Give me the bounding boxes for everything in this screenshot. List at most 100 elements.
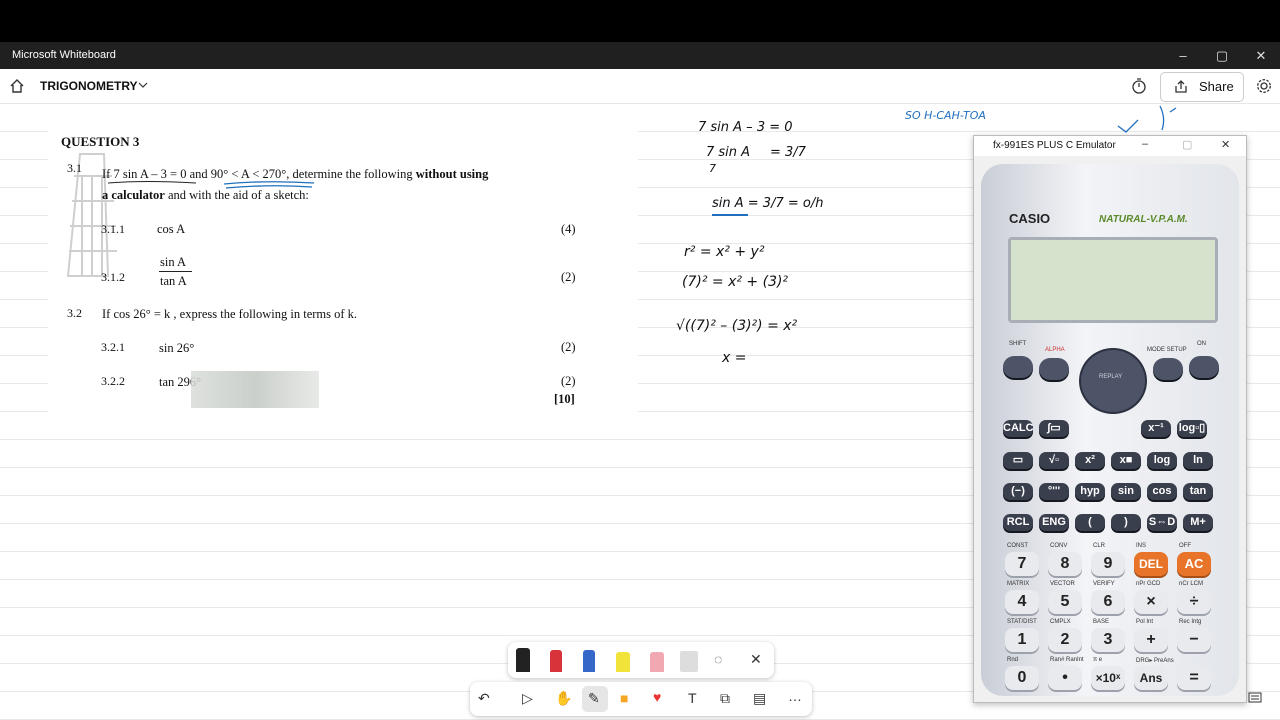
ink-line-5[interactable]: (7)² = x² + (3)²	[682, 274, 788, 290]
shift-label: SHIFT	[1009, 341, 1027, 347]
sticky-note-icon[interactable]: ■	[620, 690, 628, 706]
calc-key-keys_r7-4[interactable]: −	[1177, 628, 1211, 652]
mode-label: MODE SETUP	[1147, 347, 1187, 353]
calc-key-keys_r8-2[interactable]: ×10ˣ	[1091, 666, 1125, 690]
calc-key-keys_r4-4[interactable]: S⇔D	[1147, 514, 1177, 531]
calc-key-keys_r2-0[interactable]: ▭	[1003, 452, 1033, 469]
calc-key-keys_r7-0[interactable]: 1	[1005, 628, 1039, 652]
select-icon[interactable]: ▷	[522, 690, 533, 707]
template-icon[interactable]: ▤	[753, 690, 766, 707]
ink-line-4[interactable]: r² = x² + y²	[684, 244, 764, 260]
blue-pen-icon[interactable]	[583, 650, 595, 672]
calc-key-keys_r6-3[interactable]: ×	[1134, 590, 1168, 614]
calc-key-keys_r1-1[interactable]: ∫▭	[1039, 420, 1069, 437]
ink-line-6[interactable]: √((7)² – (3)²) = x²	[676, 318, 797, 334]
timer-icon[interactable]	[1131, 78, 1147, 94]
calc-key-keys_r6-0[interactable]: 4	[1005, 590, 1039, 614]
calc-key-keys_r5-4[interactable]: AC	[1177, 552, 1211, 576]
calc-key-keys_r3-2[interactable]: hyp	[1075, 483, 1105, 500]
highlighter-icon[interactable]	[616, 652, 630, 672]
calc-minimize-icon[interactable]: –	[1142, 138, 1148, 150]
calc-title-bar: fx-991ES PLUS C Emulator – ▢ ✕	[974, 136, 1246, 156]
calc-shift-label-lbls_r8-3: DRG▸ PreAns	[1136, 658, 1174, 664]
home-icon[interactable]	[9, 78, 25, 94]
mode-key[interactable]	[1153, 358, 1183, 380]
undo-icon[interactable]: ↶	[478, 690, 490, 707]
calc-key-keys_r3-1[interactable]: °'''	[1039, 483, 1069, 500]
replay-dpad[interactable]: REPLAY	[1079, 348, 1147, 414]
calc-key-keys_r3-4[interactable]: cos	[1147, 483, 1177, 500]
board-title[interactable]: TRIGONOMETRY	[40, 79, 138, 93]
ink-line-7[interactable]: x =	[722, 350, 746, 366]
calc-key-keys_r2-3[interactable]: x■	[1111, 452, 1141, 469]
calc-key-keys_r2-4[interactable]: log	[1147, 452, 1177, 469]
calc-key-keys_r4-0[interactable]: RCL	[1003, 514, 1033, 531]
calc-close-icon[interactable]: ✕	[1221, 138, 1230, 151]
calc-key-keys_r4-1[interactable]: ENG	[1039, 514, 1069, 531]
settings-gear-icon[interactable]	[1256, 78, 1272, 94]
calc-key-keys_r6-1[interactable]: 5	[1048, 590, 1082, 614]
pen-tool-button[interactable]: ✎	[582, 686, 608, 712]
calc-key-keys_r7-1[interactable]: 2	[1048, 628, 1082, 652]
more-icon[interactable]: …	[788, 688, 802, 704]
calc-shift-label-lbls_r5-3: INS	[1136, 543, 1147, 549]
calc-key-keys_r4-3[interactable]: )	[1111, 514, 1141, 531]
calc-key-keys_r1-2[interactable]: x⁻¹	[1141, 420, 1171, 437]
minimize-icon[interactable]: –	[1168, 46, 1198, 66]
share-button[interactable]: Share	[1160, 72, 1244, 102]
calc-key-keys_r8-4[interactable]: =	[1177, 666, 1211, 690]
calc-key-keys_r7-2[interactable]: 3	[1091, 628, 1125, 652]
calc-key-keys_r8-0[interactable]: 0	[1005, 666, 1039, 690]
ink-sohcahtoa[interactable]: SO H-CAH-TOA	[905, 109, 986, 122]
calc-key-keys_r5-0[interactable]: 7	[1005, 552, 1039, 576]
reaction-heart-icon[interactable]: ♥	[653, 689, 661, 705]
ink-line-3[interactable]: sin A = 3/7 = o/h	[712, 196, 823, 211]
calc-key-keys_r3-0[interactable]: (−)	[1003, 483, 1033, 500]
red-pen-icon[interactable]	[550, 650, 562, 672]
close-icon[interactable]: ✕	[1246, 46, 1276, 66]
calc-key-keys_r7-3[interactable]: +	[1134, 628, 1168, 652]
hand-pan-icon[interactable]: ✋	[555, 690, 572, 707]
calc-key-keys_r2-5[interactable]: ln	[1183, 452, 1213, 469]
ruler-icon[interactable]	[680, 651, 698, 672]
calc-key-keys_r5-2[interactable]: 9	[1091, 552, 1125, 576]
calc-key-keys_r6-2[interactable]: 6	[1091, 590, 1125, 614]
calc-key-keys_r4-2[interactable]: (	[1075, 514, 1105, 531]
calc-key-keys_r2-2[interactable]: x²	[1075, 452, 1105, 469]
text-icon[interactable]: T	[688, 690, 697, 706]
calc-shift-label-lbls_r8-1: Ran# RanInt	[1050, 657, 1084, 663]
ink-line-2a[interactable]: 7 sin A	[706, 145, 750, 160]
ink-line-1[interactable]: 7 sin A – 3 = 0	[698, 120, 793, 135]
eraser-icon[interactable]	[650, 652, 664, 672]
chevron-down-icon[interactable]	[138, 82, 148, 90]
calc-shift-label-lbls_r6-4: nCr LCM	[1179, 581, 1204, 587]
calc-key-keys_r1-0[interactable]: CALC	[1003, 420, 1034, 437]
on-key[interactable]	[1189, 356, 1219, 378]
lasso-icon[interactable]: ◌	[714, 651, 722, 667]
calc-key-keys_r2-1[interactable]: √▫	[1039, 452, 1069, 469]
black-pen-icon[interactable]	[516, 648, 530, 672]
calc-key-keys_r5-1[interactable]: 8	[1048, 552, 1082, 576]
title-bar: Microsoft Whiteboard – ▢ ✕	[0, 42, 1280, 69]
calc-key-keys_r1-3[interactable]: log▫▯	[1177, 420, 1207, 437]
calculator-window[interactable]: fx-991ES PLUS C Emulator – ▢ ✕ CASIO NAT…	[973, 135, 1247, 703]
calc-key-keys_r6-4[interactable]: ÷	[1177, 590, 1211, 614]
maximize-icon[interactable]: ▢	[1207, 46, 1237, 66]
shapes-icon[interactable]: ⧉	[720, 690, 730, 707]
shift-key[interactable]	[1003, 356, 1033, 378]
calc-key-keys_r3-3[interactable]: sin	[1111, 483, 1141, 500]
calc-key-keys_r5-3[interactable]: DEL	[1134, 552, 1168, 576]
calc-key-keys_r4-5[interactable]: M+	[1183, 514, 1213, 531]
calc-key-keys_r3-5[interactable]: tan	[1183, 483, 1213, 500]
question-document[interactable]: QUESTION 3 3.1 If 7 sin A – 3 = 0 and 90…	[48, 104, 638, 414]
close-tray-icon[interactable]: ✕	[750, 651, 762, 668]
alpha-key[interactable]	[1039, 358, 1069, 380]
calc-key-keys_r8-1[interactable]: •	[1048, 666, 1082, 690]
q321-text: sin 26°	[159, 341, 195, 355]
ink-line-2c[interactable]: = 3/7	[770, 145, 806, 160]
q312-denominator: tan A	[160, 274, 187, 288]
keyboard-icon[interactable]	[1248, 692, 1262, 704]
calc-key-keys_r8-3[interactable]: Ans	[1134, 666, 1168, 690]
calc-shift-label-lbls_r7-4: Rec Intg	[1179, 619, 1202, 625]
ink-line-2b[interactable]: 7	[709, 162, 716, 175]
